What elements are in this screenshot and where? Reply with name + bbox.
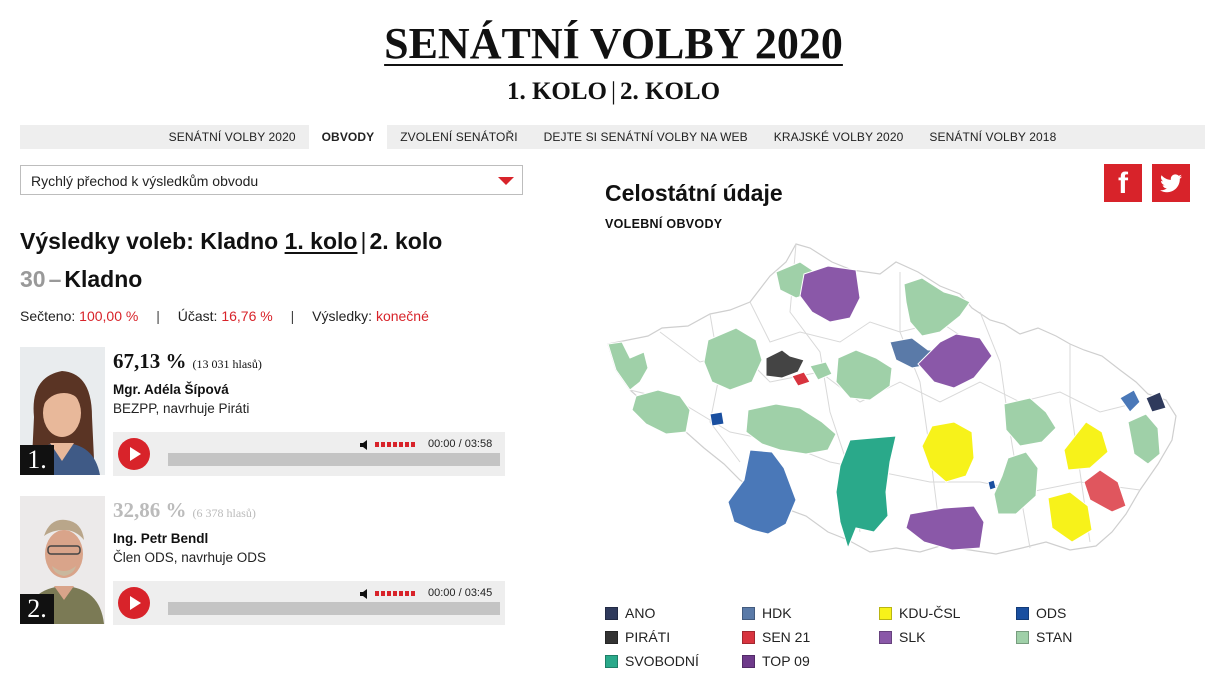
results-title: Výsledky voleb: Kladno 1. kolo | 2. kolo: [20, 228, 442, 255]
legend-item-ano: ANO: [605, 604, 655, 622]
nav-item-senatni-volby-2018[interactable]: SENÁTNÍ VOLBY 2018: [916, 125, 1069, 149]
stats-separator: |: [290, 308, 295, 324]
volume-slider[interactable]: [375, 591, 417, 597]
turnout-value: 16,76 %: [221, 308, 273, 324]
facebook-icon: f: [1118, 167, 1128, 200]
candidate-affiliation: Člen ODS, navrhuje ODS: [113, 550, 267, 565]
main-nav: SENÁTNÍ VOLBY 2020 OBVODY ZVOLENÍ SENÁTO…: [20, 125, 1205, 149]
district-number: 30: [20, 266, 46, 292]
district-name: Kladno: [64, 266, 143, 292]
audio-progress-bar[interactable]: [168, 453, 500, 466]
legend-item-kducsl: KDU-ČSL: [879, 604, 960, 622]
candidate-votes: (6 378 hlasů): [192, 506, 256, 520]
twitter-share-button[interactable]: [1152, 164, 1190, 202]
legend-swatch: [605, 655, 618, 668]
page-title: SENÁTNÍ VOLBY 2020: [384, 19, 843, 68]
round-switcher: 1. KOLO | 2. KOLO: [0, 77, 1227, 107]
results-round-2-link[interactable]: 2. kolo: [369, 228, 442, 254]
candidate-votes: (13 031 hlasů): [192, 357, 262, 371]
candidate-result: 67,13 % (13 031 hlasů): [113, 349, 262, 374]
candidate-name: Mgr. Adéla Šípová: [113, 382, 229, 397]
nav-item-dejte-si-volby-na-web[interactable]: DEJTE SI SENÁTNÍ VOLBY NA WEB: [531, 125, 761, 149]
legend-swatch: [879, 607, 892, 620]
audio-time: 00:00 / 03:58: [428, 438, 493, 450]
results-round-separator: |: [360, 228, 367, 254]
country-outline: [607, 243, 1177, 555]
legend-label: ANO: [625, 605, 656, 621]
play-icon[interactable]: [118, 587, 150, 619]
counted-value: 100,00 %: [79, 308, 139, 324]
legend-item-top09: TOP 09: [742, 652, 810, 670]
legend-item-slk: SLK: [879, 628, 925, 646]
legend-label: KDU-ČSL: [899, 605, 961, 621]
volume-icon[interactable]: [359, 588, 371, 600]
play-icon[interactable]: [118, 438, 150, 470]
legend-label: ODS: [1036, 605, 1067, 621]
stats-separator: |: [156, 308, 160, 324]
twitter-icon: [1160, 174, 1182, 193]
legend-item-hdk: HDK: [742, 604, 792, 622]
chevron-down-icon: [498, 177, 514, 185]
volume-slider[interactable]: [375, 442, 417, 448]
legend-swatch: [742, 655, 755, 668]
legend-swatch: [879, 631, 892, 644]
national-title: Celostátní údaje: [605, 180, 783, 206]
candidate-name: Ing. Petr Bendl: [113, 531, 209, 546]
district-dash: –: [48, 266, 62, 292]
district-quick-select-label: Rychlý přechod k výsledkům obvodu: [31, 173, 259, 189]
legend-label: PIRÁTI: [625, 629, 671, 645]
legend-label: HDK: [762, 605, 792, 621]
results-title-prefix: Výsledky voleb: Kladno: [20, 228, 279, 254]
facebook-share-button[interactable]: f: [1104, 164, 1142, 202]
legend-item-stan: STAN: [1016, 628, 1072, 646]
district-heading: 30– Kladno: [20, 266, 142, 293]
round-1-link[interactable]: 1. KOLO: [507, 78, 607, 105]
candidate-percent: 32,86 %: [113, 498, 187, 522]
candidate-percent: 67,13 %: [113, 349, 187, 373]
candidate-rank: 2.: [20, 594, 54, 624]
nav-item-zvoleni-senatori[interactable]: ZVOLENÍ SENÁTOŘI: [387, 125, 530, 149]
district-ods: [709, 411, 725, 427]
legend-swatch: [605, 607, 618, 620]
candidate-affiliation: BEZPP, navrhuje Piráti: [113, 401, 250, 416]
legend-item-svobodni: SVOBODNÍ: [605, 652, 699, 670]
audio-player: 00:00 / 03:45: [113, 581, 505, 625]
legend-label: SEN 21: [762, 629, 811, 645]
legend-swatch: [1016, 607, 1029, 620]
results-status-label: Výsledky:: [312, 308, 373, 324]
legend-item-sen21: SEN 21: [742, 628, 810, 646]
candidate-rank: 1.: [20, 445, 54, 475]
national-subtitle: VOLEBNÍ OBVODY: [605, 217, 723, 231]
legend-swatch: [605, 631, 618, 644]
counting-stats: Sečteno: 100,00 % | Účast: 16,76 % | Výs…: [20, 308, 429, 324]
legend-swatch: [1016, 631, 1029, 644]
audio-progress-bar[interactable]: [168, 602, 500, 615]
turnout-label: Účast:: [177, 308, 218, 324]
nav-item-senatni-volby-2020[interactable]: SENÁTNÍ VOLBY 2020: [156, 125, 309, 149]
audio-time: 00:00 / 03:45: [428, 587, 493, 599]
round-2-link[interactable]: 2. KOLO: [620, 78, 720, 105]
legend-label: SLK: [899, 629, 926, 645]
legend-label: SVOBODNÍ: [625, 653, 699, 669]
nav-item-obvody[interactable]: OBVODY: [308, 125, 388, 149]
candidate-photo: 1.: [20, 347, 105, 475]
nav-item-krajske-volby-2020[interactable]: KRAJSKÉ VOLBY 2020: [761, 125, 917, 149]
district-ods: [987, 479, 997, 491]
district-quick-select[interactable]: Rychlý přechod k výsledkům obvodu: [20, 165, 523, 195]
legend-item-ods: ODS: [1016, 604, 1066, 622]
results-round-1-link[interactable]: 1. kolo: [285, 228, 358, 254]
legend-label: TOP 09: [762, 653, 810, 669]
volume-icon[interactable]: [359, 439, 371, 451]
legend-label: STAN: [1036, 629, 1073, 645]
audio-player: 00:00 / 03:58: [113, 432, 505, 476]
candidate-result: 32,86 % (6 378 hlasů): [113, 498, 256, 523]
legend-swatch: [742, 607, 755, 620]
counted-label: Sečteno:: [20, 308, 76, 324]
candidate-photo: 2.: [20, 496, 105, 624]
districts-map: [607, 243, 1177, 555]
legend-swatch: [742, 631, 755, 644]
legend-item-pirati: PIRÁTI: [605, 628, 670, 646]
round-separator: |: [610, 78, 616, 105]
results-status-value: konečné: [375, 308, 429, 324]
